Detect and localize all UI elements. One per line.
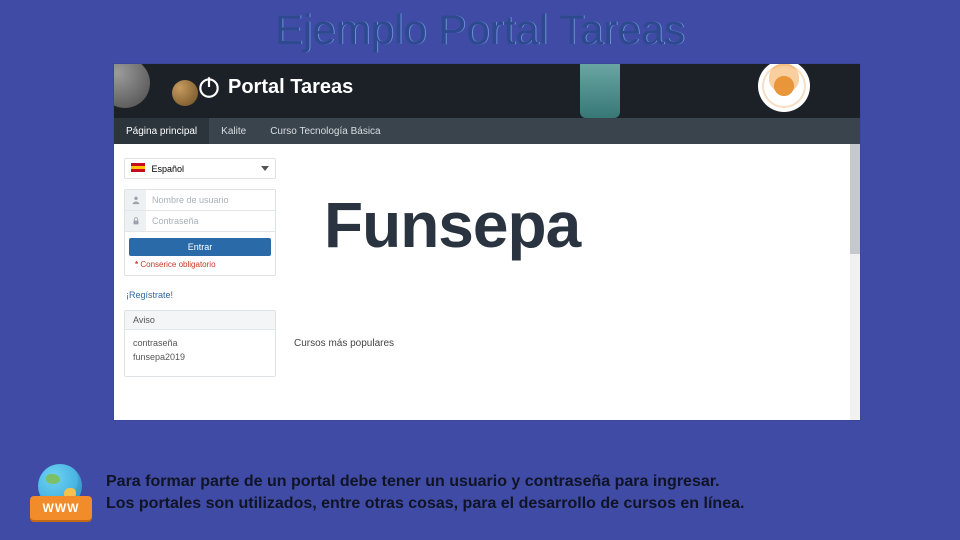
nav-curso-tecnologia[interactable]: Curso Tecnología Básica [258, 118, 392, 144]
notice-card: Aviso contraseña funsepa2019 [124, 310, 276, 377]
brand-text: Portal Tareas [228, 76, 353, 99]
main-nav: Página principal Kalite Curso Tecnología… [114, 118, 860, 144]
required-note: * Conserice obligatorio [125, 260, 275, 275]
notice-line-1: contraseña [133, 338, 267, 348]
notice-body: contraseña funsepa2019 [125, 330, 275, 376]
footer-line-1: Para formar parte de un portal debe tene… [106, 471, 744, 493]
notice-line-2: funsepa2019 [133, 352, 267, 362]
username-row [125, 190, 275, 211]
www-globe-icon: WWW [30, 464, 92, 522]
portal-screenshot: Portal Tareas Página principal Kalite Cu… [114, 64, 860, 420]
www-label: WWW [30, 496, 92, 520]
test-tube-icon [580, 64, 620, 118]
login-card: Entrar * Conserice obligatorio [124, 189, 276, 276]
spain-flag-icon [131, 163, 145, 172]
planet-icon [114, 64, 150, 108]
portal-banner: Portal Tareas [114, 64, 860, 118]
power-icon [196, 74, 222, 100]
language-label: Español [131, 163, 184, 174]
password-input[interactable] [146, 211, 275, 231]
username-input[interactable] [146, 190, 275, 210]
planet-small-icon [172, 80, 198, 106]
footer-line-2: Los portales son utilizados, entre otras… [106, 493, 744, 515]
vertical-scrollbar[interactable] [850, 144, 860, 420]
portal-content: Español Entrar [114, 144, 860, 387]
language-select[interactable]: Español [124, 158, 276, 179]
footer-text: Para formar parte de un portal debe tene… [106, 471, 744, 514]
funsepa-logo: Funsepa [324, 188, 850, 262]
nav-home[interactable]: Página principal [114, 118, 209, 144]
user-icon [125, 190, 146, 210]
scientist-icon [758, 64, 810, 112]
register-link[interactable]: ¡Regístrate! [124, 286, 276, 310]
slide-title: Ejemplo Portal Tareas [0, 0, 960, 54]
slide-footer: WWW Para formar parte de un portal debe … [30, 464, 940, 522]
notice-header: Aviso [125, 311, 275, 330]
sidebar: Español Entrar [124, 158, 276, 387]
portal-brand[interactable]: Portal Tareas [196, 74, 353, 100]
language-text: Español [152, 164, 185, 174]
required-note-text: Conserice obligatorio [140, 260, 215, 269]
login-button[interactable]: Entrar [129, 238, 271, 256]
password-row [125, 211, 275, 232]
lock-icon [125, 211, 146, 231]
chevron-down-icon [261, 166, 269, 171]
popular-courses-heading: Cursos más populares [294, 338, 850, 349]
main-area: Funsepa Cursos más populares [294, 158, 850, 387]
nav-kalite[interactable]: Kalite [209, 118, 258, 144]
scrollbar-thumb[interactable] [850, 144, 860, 254]
